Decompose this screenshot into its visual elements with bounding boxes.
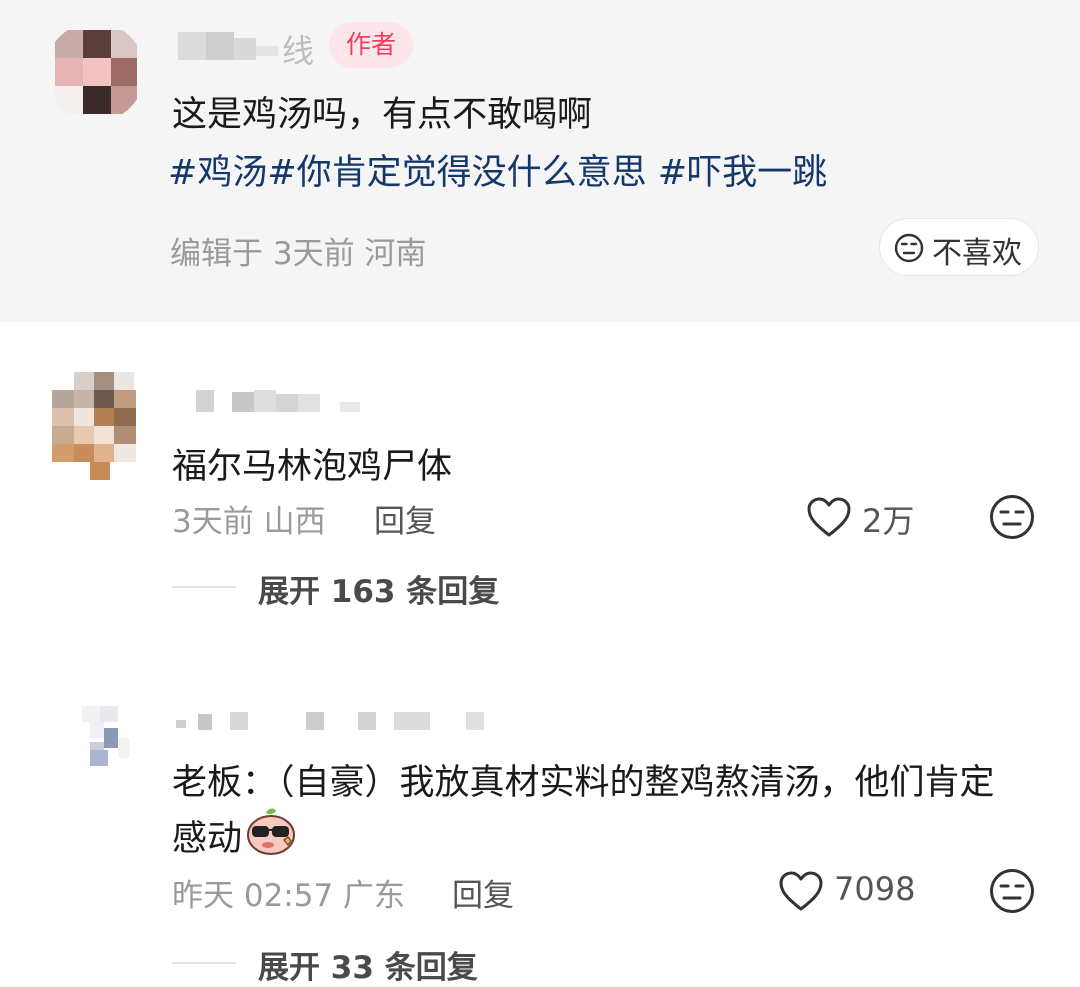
expand-replies-button[interactable]: 展开 33 条回复: [258, 942, 478, 987]
comment-meta: 3天前 山西: [172, 504, 326, 540]
neutral-face-icon[interactable]: [989, 868, 1035, 914]
reply-button[interactable]: 回复: [374, 496, 436, 541]
expand-divider: [172, 962, 236, 964]
author-comment: 线 作者 这是鸡汤吗，有点不敢喝啊 #鸡汤#你肯定觉得没什么意思 #吓我一跳 编…: [0, 0, 1080, 322]
author-badge: 作者: [329, 22, 413, 68]
like-count: 2万: [862, 502, 915, 540]
author-comment-text: 这是鸡汤吗，有点不敢喝啊: [172, 95, 593, 135]
dislike-label: 不喜欢: [932, 236, 1022, 271]
author-username-blurred[interactable]: [178, 28, 278, 62]
heart-outline-icon: [807, 497, 851, 537]
comment-username-blurred[interactable]: [196, 386, 426, 416]
author-username-suffix: 线: [282, 32, 315, 70]
comment-avatar[interactable]: [52, 372, 144, 480]
comment-avatar[interactable]: [60, 702, 144, 786]
like-count: 7098: [834, 870, 916, 908]
author-comment-hashtags[interactable]: #鸡汤#你肯定觉得没什么意思 #吓我一跳: [168, 144, 827, 195]
comment-text-line2: 感动: [172, 819, 243, 859]
like-button[interactable]: 7098: [778, 868, 928, 914]
comment-username-blurred[interactable]: [176, 710, 496, 734]
dislike-button[interactable]: 不喜欢: [879, 218, 1039, 276]
author-comment-meta: 编辑于 3天前 河南: [170, 236, 427, 272]
comment-text: 老板：（自豪）我放真材实料的整鸡熬清汤，他们肯定: [172, 763, 995, 803]
heart-outline-icon: [779, 871, 823, 911]
comment-meta: 昨天 02:57 广东: [172, 878, 406, 914]
author-avatar[interactable]: [45, 22, 145, 122]
reply-button[interactable]: 回复: [452, 870, 514, 915]
cool-sunglasses-sticker: [247, 808, 295, 855]
neutral-face-icon[interactable]: [989, 494, 1035, 540]
like-button[interactable]: 2万: [806, 494, 926, 540]
comment-text: 福尔马林泡鸡尸体: [172, 447, 453, 487]
expand-replies-button[interactable]: 展开 163 条回复: [258, 566, 499, 611]
expand-divider: [172, 586, 236, 588]
neutral-face-icon: [894, 233, 924, 263]
